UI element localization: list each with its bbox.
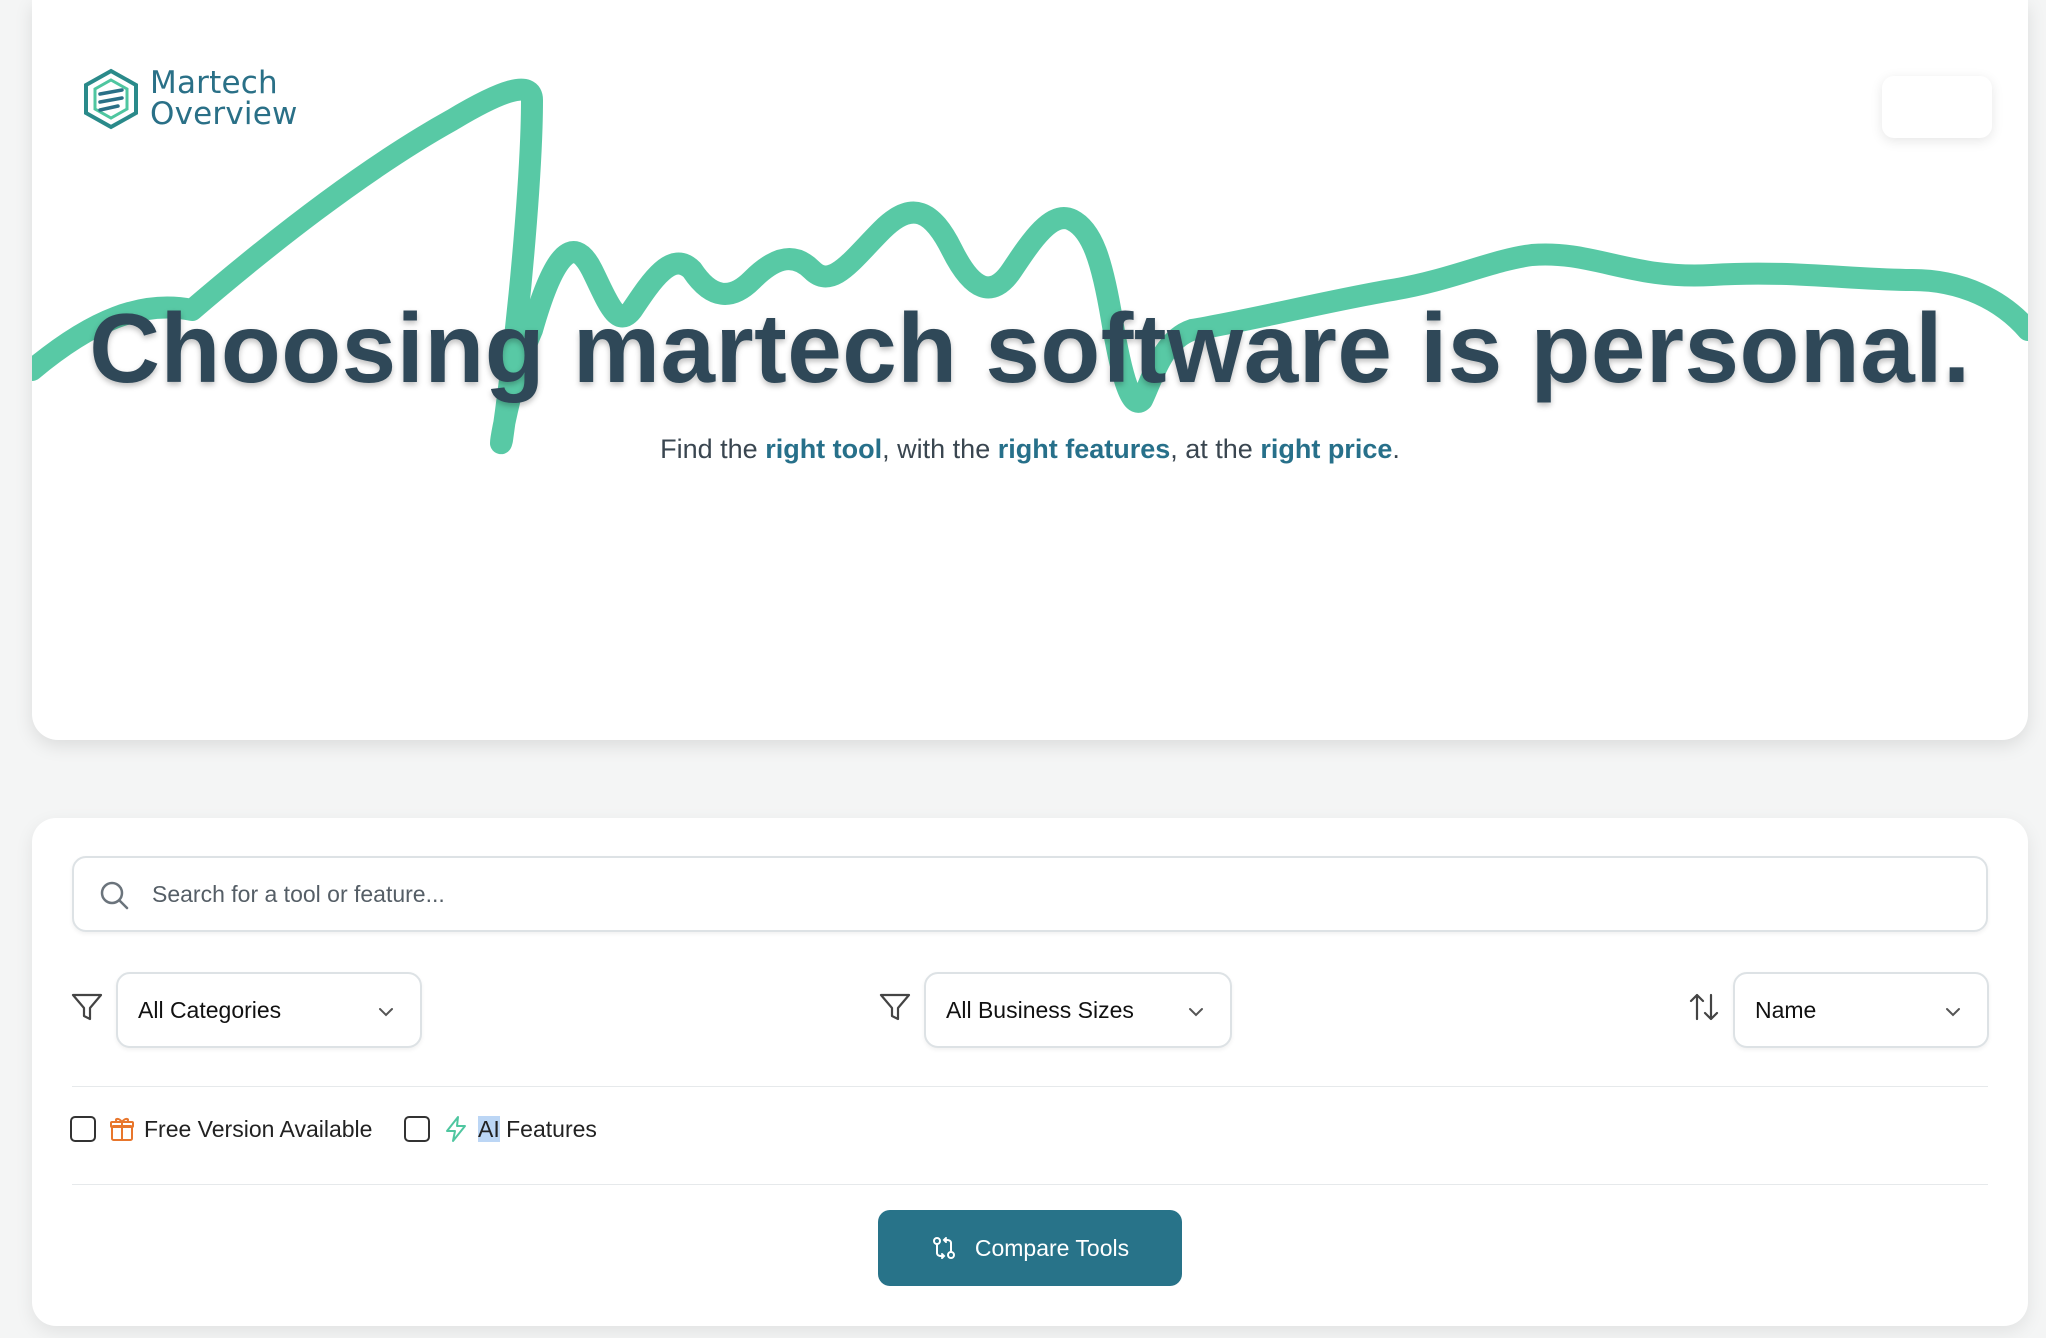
sort-arrows-icon — [1689, 993, 1719, 1021]
filter-panel: All Categories All Business Sizes Name F… — [32, 818, 2028, 1326]
compare-tools-button[interactable]: Compare Tools — [878, 1210, 1182, 1286]
hero-subtitle-text: , with the — [882, 434, 998, 464]
filter-icon — [879, 993, 911, 1021]
free-version-checkbox[interactable] — [70, 1116, 96, 1142]
hero-subtitle-emphasis: right tool — [765, 434, 883, 464]
chevron-down-icon — [379, 1008, 393, 1017]
hero-subtitle-text: , at the — [1170, 434, 1261, 464]
business-size-select-value: All Business Sizes — [946, 996, 1134, 1023]
chevron-down-icon — [1189, 1008, 1203, 1017]
ai-features-label-highlight: AI — [478, 1116, 500, 1142]
category-select-value: All Categories — [138, 996, 282, 1023]
brand-name: Martech Overview — [150, 68, 298, 130]
gift-icon — [110, 1118, 134, 1141]
hero-subtitle: Find the right tool, with the right feat… — [32, 434, 2028, 465]
ai-features-checkbox[interactable] — [404, 1116, 430, 1142]
ai-features-label-rest: Features — [499, 1116, 597, 1142]
brand-name-line2: Overview — [150, 96, 298, 132]
hero-title: Choosing martech software is personal. — [89, 293, 1971, 403]
search-box[interactable] — [72, 856, 1988, 932]
business-size-select[interactable]: All Business Sizes — [924, 972, 1232, 1048]
brand-name-line1: Martech — [150, 65, 278, 101]
hero-subtitle-emphasis: right price — [1260, 434, 1393, 464]
sort-select[interactable]: Name — [1733, 972, 1989, 1048]
ai-features-label[interactable]: AI Features — [478, 1116, 597, 1143]
menu-button[interactable] — [1882, 76, 1992, 138]
compare-tools-label: Compare Tools — [974, 1234, 1130, 1261]
hero-subtitle-text: Find the — [660, 434, 766, 464]
category-select[interactable]: All Categories — [116, 972, 422, 1048]
lightning-icon — [446, 1116, 466, 1142]
hero-subtitle-text: . — [1392, 434, 1400, 464]
chevron-down-icon — [1946, 1008, 1960, 1017]
divider — [72, 1086, 1988, 1087]
search-input[interactable] — [152, 872, 1952, 916]
brand-logo[interactable]: Martech Overview — [78, 66, 298, 132]
filter-icon — [71, 993, 103, 1021]
hero-subtitle-emphasis: right features — [997, 434, 1171, 464]
logo-hexagon-icon — [84, 68, 138, 130]
search-icon — [100, 881, 129, 910]
hero-section: Martech Overview Choosing martech softwa… — [32, 0, 2028, 740]
divider — [72, 1184, 1988, 1185]
compare-arrows-icon — [932, 1237, 955, 1259]
sort-select-value: Name — [1755, 996, 1817, 1023]
free-version-label[interactable]: Free Version Available — [144, 1116, 372, 1143]
